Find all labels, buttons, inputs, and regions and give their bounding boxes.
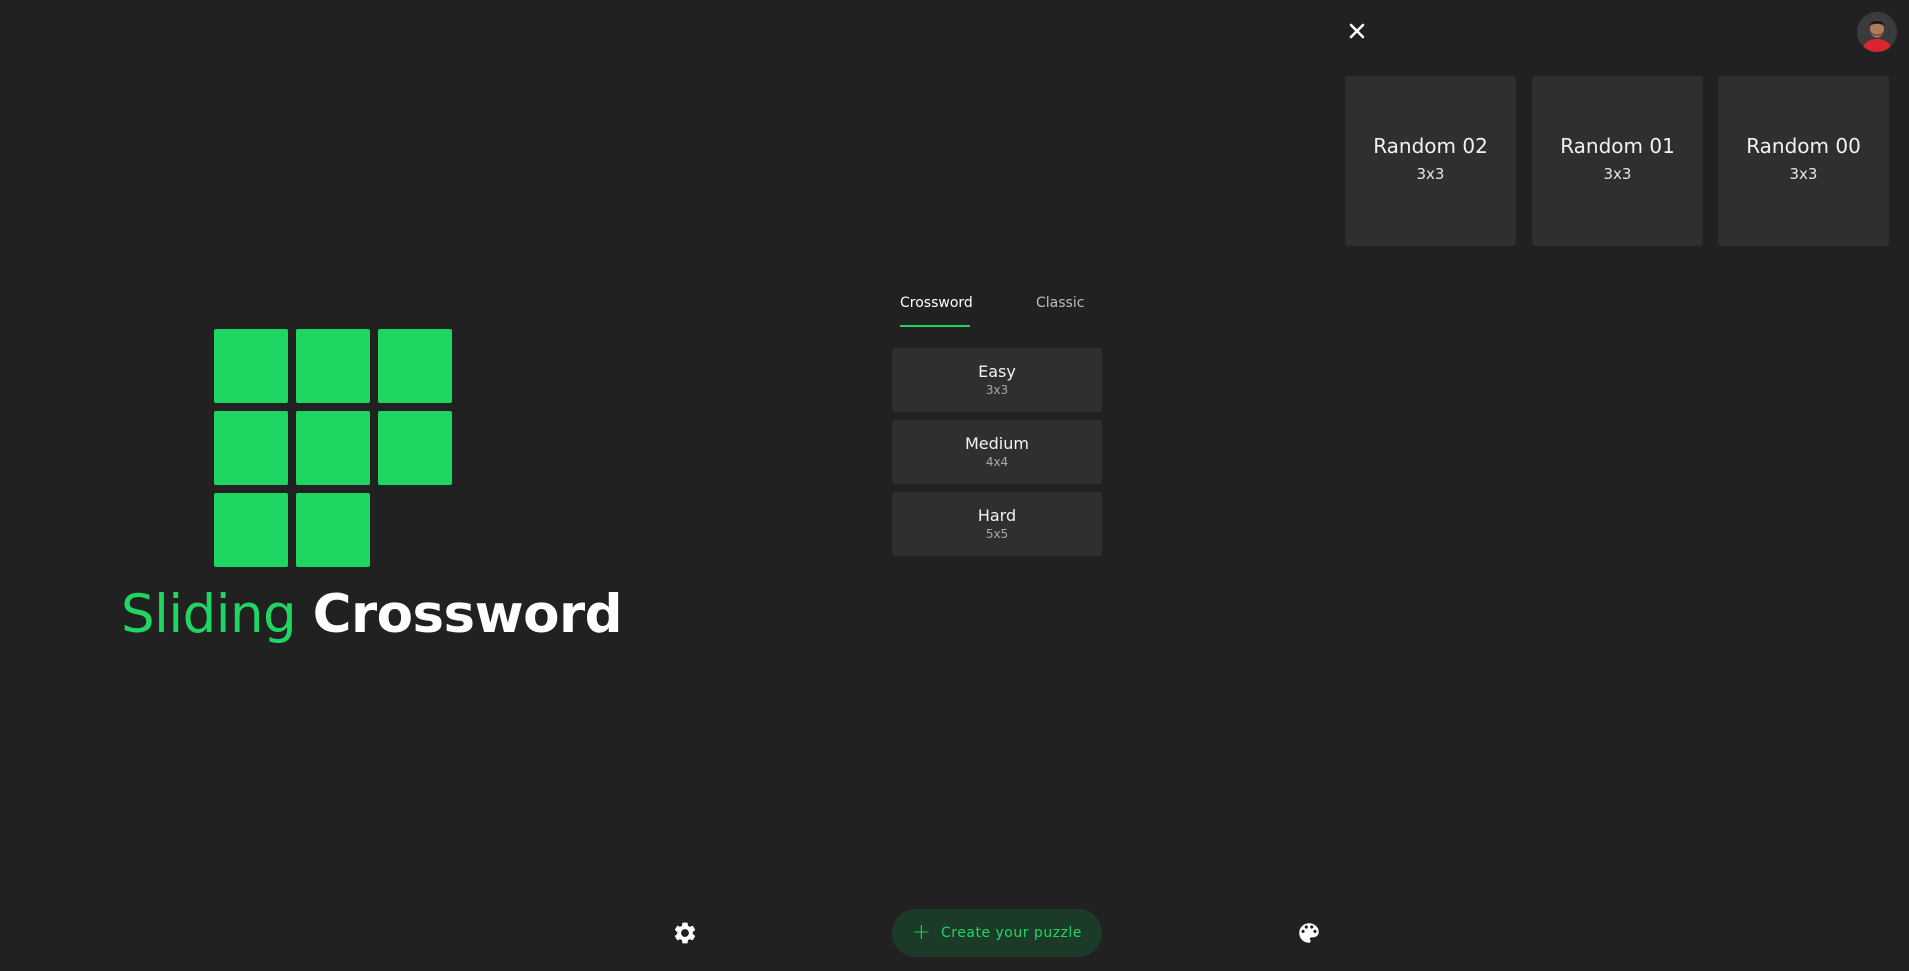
difficulty-size: 4x4 bbox=[985, 455, 1009, 469]
hard-button[interactable]: Hard 5x5 bbox=[892, 492, 1102, 556]
logo-tile bbox=[378, 329, 452, 403]
app-title-crossword: Crossword bbox=[312, 584, 623, 645]
logo-tile bbox=[214, 493, 288, 567]
logo-tile bbox=[296, 329, 370, 403]
theme-button[interactable] bbox=[1296, 920, 1322, 946]
gear-icon bbox=[674, 922, 696, 944]
difficulty-size: 3x3 bbox=[985, 383, 1009, 397]
puzzle-name: Random 00 bbox=[1746, 134, 1861, 158]
app-title: Sliding Crossword bbox=[121, 580, 623, 650]
user-avatar-icon bbox=[1857, 12, 1897, 52]
close-icon[interactable] bbox=[1344, 18, 1370, 44]
puzzle-name: Random 02 bbox=[1373, 134, 1488, 158]
puzzle-size: 3x3 bbox=[1416, 165, 1445, 183]
puzzle-size: 3x3 bbox=[1603, 165, 1632, 183]
palette-icon bbox=[1299, 923, 1319, 943]
difficulty-name: Medium bbox=[965, 434, 1029, 453]
logo-tile bbox=[296, 493, 370, 567]
settings-button[interactable] bbox=[672, 920, 698, 946]
difficulty-size: 5x5 bbox=[985, 527, 1009, 541]
difficulty-name: Easy bbox=[978, 362, 1016, 381]
random-puzzle-card[interactable]: Random 01 3x3 bbox=[1532, 76, 1703, 246]
app-title-sliding: Sliding bbox=[121, 584, 297, 645]
difficulty-name: Hard bbox=[977, 506, 1017, 525]
create-puzzle-button[interactable]: + Create your puzzle bbox=[892, 909, 1102, 957]
logo-tile bbox=[214, 329, 288, 403]
easy-button[interactable]: Easy 3x3 bbox=[892, 348, 1102, 412]
medium-button[interactable]: Medium 4x4 bbox=[892, 420, 1102, 484]
home-screen: Sliding Crossword Crossword Classic Easy… bbox=[0, 0, 1909, 971]
logo-tile bbox=[296, 411, 370, 485]
random-puzzle-card[interactable]: Random 00 3x3 bbox=[1718, 76, 1889, 246]
plus-icon: + bbox=[912, 920, 932, 945]
tab-crossword[interactable]: Crossword bbox=[900, 288, 973, 318]
puzzle-name: Random 01 bbox=[1560, 134, 1675, 158]
puzzle-size: 3x3 bbox=[1789, 165, 1818, 183]
create-puzzle-label: Create your puzzle bbox=[941, 925, 1082, 941]
logo-grid bbox=[214, 329, 452, 567]
random-puzzle-card[interactable]: Random 02 3x3 bbox=[1345, 76, 1516, 246]
avatar[interactable] bbox=[1857, 12, 1897, 52]
logo-tile bbox=[378, 411, 452, 485]
logo-tile bbox=[214, 411, 288, 485]
tab-classic[interactable]: Classic bbox=[1036, 288, 1084, 318]
active-tab-indicator bbox=[900, 325, 970, 327]
